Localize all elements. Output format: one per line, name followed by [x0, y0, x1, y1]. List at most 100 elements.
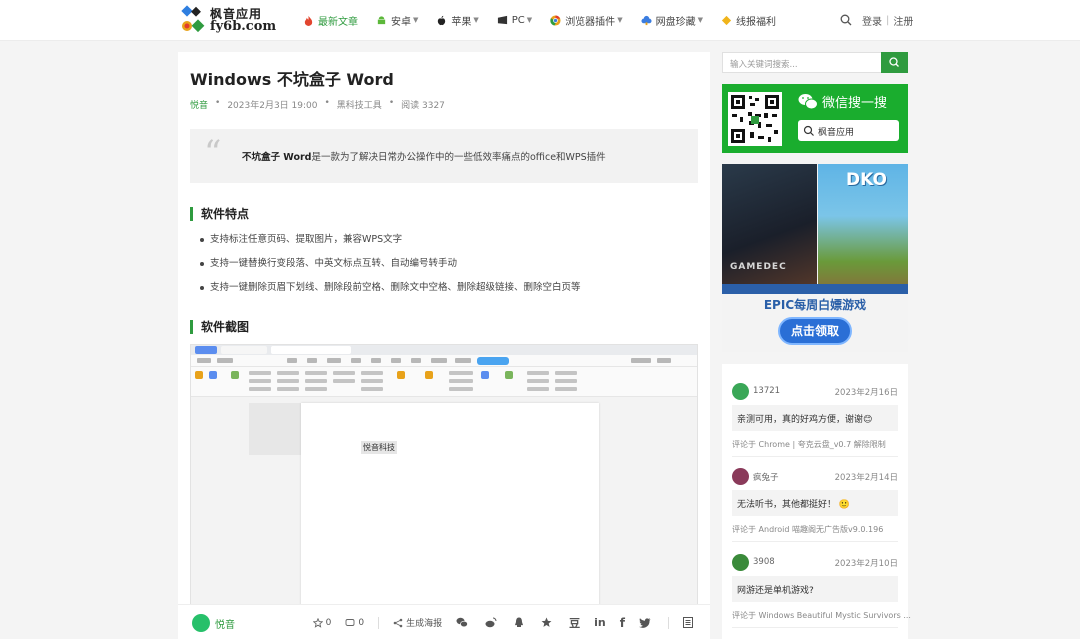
site-header: 枫音应用 fy6b.com 最新文章 安卓 ▼ 苹果 ▼ PC ▼ 浏览器插件 ▼ 网盘… — [0, 0, 1080, 41]
avatar — [732, 468, 749, 485]
search-button[interactable] — [881, 52, 908, 73]
nav-label: 最新文章 — [318, 16, 358, 28]
wechat-icon — [798, 94, 818, 110]
nav-label: PC — [511, 14, 525, 26]
gift-icon — [721, 15, 732, 25]
wechat-search-box[interactable]: 枫音应用 — [798, 120, 899, 141]
chevron-down-icon: ▼ — [473, 16, 479, 24]
share-facebook[interactable]: f — [620, 616, 625, 630]
chevron-down-icon: ▼ — [413, 16, 419, 24]
pc-icon — [497, 15, 507, 24]
screenshot-ribbon — [191, 367, 697, 397]
section-heading-screenshots: 软件截图 — [190, 320, 249, 334]
summary-product: 不坑盒子 Word — [242, 152, 312, 163]
screenshot-document-text: 悦音科技 — [361, 441, 397, 454]
comment-bubble: 无法听书，其他都挺好！ 🙂 — [732, 490, 898, 516]
chrome-icon — [550, 14, 561, 26]
section-heading-features: 软件特点 — [190, 207, 249, 221]
share-icon — [393, 618, 403, 627]
comment-bubble: 亲测可用，真的好鸡方便，谢谢😊 — [732, 405, 898, 431]
comment-icon — [345, 618, 355, 626]
divider — [732, 541, 898, 542]
fire-icon — [304, 15, 313, 26]
wechat-search-title: 微信搜一搜 — [798, 92, 887, 111]
comment-ref[interactable]: 评论于 Windows Beautiful Mystic Survivors .… — [732, 610, 911, 621]
nav-label: 浏览器插件 — [565, 16, 616, 28]
screenshot-tabbar — [191, 345, 697, 355]
ad-title: EPIC每周白嫖游戏 — [763, 298, 867, 312]
screenshot-tab — [271, 346, 351, 354]
article-category[interactable]: 黑科技工具 — [337, 98, 382, 111]
game-title: DKO — [846, 170, 887, 190]
summary-text: 不坑盒子 Word是一款为了解决日常办公操作中的一些低效率痛点的office和W… — [242, 149, 606, 163]
avatar — [732, 554, 749, 571]
meta-dot: • — [388, 98, 395, 108]
toolbar-author[interactable]: 悦音 — [215, 616, 235, 631]
cloud-icon — [641, 15, 652, 25]
android-icon — [377, 15, 386, 24]
site-logo[interactable]: 枫音应用 fy6b.com — [181, 4, 277, 36]
software-screenshot[interactable]: 悦音科技 — [190, 344, 698, 612]
comment-count: 0 — [358, 617, 365, 628]
screenshot-menubar — [191, 355, 697, 367]
nav-item-android[interactable]: 安卓 ▼ — [367, 0, 427, 40]
search-input[interactable]: 输入关键词搜索... — [730, 58, 798, 70]
share-wechat[interactable] — [456, 617, 471, 628]
nav-label: 线报福利 — [735, 16, 776, 28]
like-button[interactable]: 0 — [312, 617, 331, 628]
share-weibo[interactable] — [485, 617, 500, 628]
register-link[interactable]: 注册 — [893, 13, 913, 28]
share-twitter[interactable] — [639, 617, 654, 628]
linkedin-icon: in — [594, 616, 606, 629]
nav-item-pc[interactable]: PC ▼ — [488, 0, 541, 40]
epic-ad-banner[interactable]: GAMEDEC DKO EPIC每周白嫖游戏 点击领取 — [722, 164, 908, 352]
comment-button[interactable]: 0 — [345, 618, 364, 628]
facebook-icon: f — [619, 615, 625, 630]
wechat-search-text: 枫音应用 — [818, 128, 855, 138]
search-icon[interactable] — [840, 14, 852, 26]
comment-text: 无法听书，其他都挺好！ 🙂 — [737, 500, 851, 510]
search-icon — [889, 57, 899, 67]
wechat-search-banner[interactable]: 微信搜一搜 枫音应用 — [722, 84, 908, 153]
article-author[interactable]: 悦音 — [190, 98, 208, 111]
article-date: 2023年2月3日 19:00 — [227, 101, 318, 111]
nav-label: 安卓 — [391, 16, 411, 28]
screenshot-nav-pane — [249, 403, 301, 455]
comment-ref[interactable]: 评论于 Android 喵趣阁无广告版v9.0.196 — [732, 524, 883, 535]
summary-description: 是一款为了解决日常办公操作中的一些低效率痛点的office和WPS插件 — [311, 152, 606, 163]
divider — [668, 616, 669, 629]
claim-button[interactable]: 点击领取 — [778, 317, 852, 345]
share-douban[interactable]: 豆 — [569, 615, 580, 631]
apple-icon — [438, 15, 446, 25]
poster-button[interactable]: 生成海报 — [393, 616, 442, 629]
nav-label: 苹果 — [451, 16, 472, 28]
article-summary-quote: “ 不坑盒子 Word是一款为了解决日常办公操作中的一些低效率痛点的office… — [190, 129, 698, 183]
logo-domain: fy6b.com — [210, 19, 277, 34]
share-qq[interactable] — [514, 617, 527, 628]
nav-label: 网盘珍藏 — [655, 16, 696, 28]
article-meta: 悦音 • 2023年2月3日 19:00 • 黑科技工具 • 阅读 3327 — [190, 98, 445, 111]
nav-item-cloud-disk[interactable]: 网盘珍藏 ▼ — [632, 0, 712, 40]
poster-label: 生成海报 — [406, 619, 443, 629]
wechat-title-text: 微信搜一搜 — [822, 96, 888, 111]
share-qzone[interactable] — [541, 617, 555, 628]
comment-date: 2023年2月16日 — [834, 388, 898, 398]
nav-item-latest[interactable]: 最新文章 — [303, 0, 367, 40]
comment-ref[interactable]: 评论于 Chrome | 夸克云盘_v0.7 解除限制 — [732, 439, 886, 450]
nav-item-browser-plugins[interactable]: 浏览器插件 ▼ — [541, 0, 631, 40]
comment-date: 2023年2月14日 — [834, 473, 898, 483]
share-linkedin[interactable]: in — [594, 616, 606, 629]
screenshot-document-page: 悦音科技 — [301, 403, 599, 611]
divider: | — [886, 14, 890, 26]
main-nav: 最新文章 安卓 ▼ 苹果 ▼ PC ▼ 浏览器插件 ▼ 网盘珍藏 ▼ 线报福利 — [303, 0, 785, 40]
comment-user: 13721 — [753, 386, 781, 396]
list-item: 支持标注任意页码、提取图片，兼容WPS文字 — [200, 232, 581, 256]
avatar[interactable] — [192, 614, 210, 632]
login-link[interactable]: 登录 — [862, 13, 882, 28]
comment-text: 亲测可用，真的好鸡方便，谢谢😊 — [737, 415, 873, 425]
toc-button[interactable] — [683, 617, 696, 628]
nav-item-deals[interactable]: 线报福利 — [712, 0, 785, 40]
meta-dot: • — [324, 98, 330, 108]
nav-item-apple[interactable]: 苹果 ▼ — [427, 0, 487, 40]
chevron-down-icon: ▼ — [697, 16, 703, 24]
